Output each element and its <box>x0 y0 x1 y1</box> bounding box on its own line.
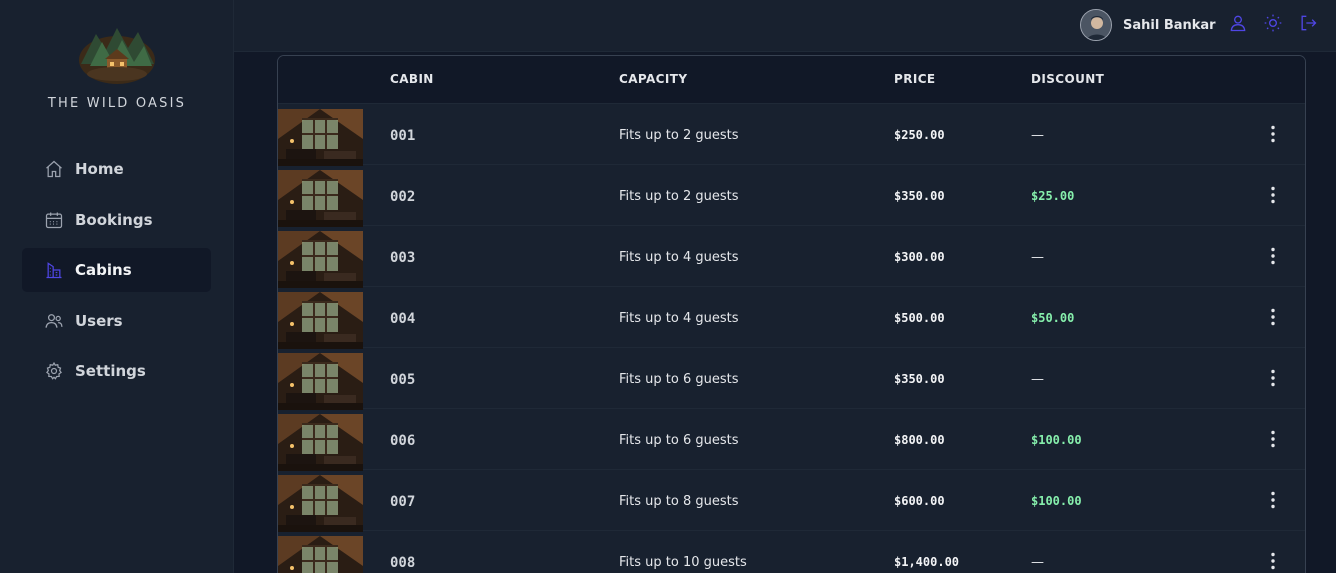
sidebar-item-label: Settings <box>75 362 146 380</box>
table-row[interactable]: 006 Fits up to 6 guests $800.00 $100.00 <box>278 409 1305 471</box>
gear-icon <box>46 361 62 380</box>
more-vertical-icon[interactable] <box>1261 549 1285 573</box>
username: Sahil Bankar <box>1123 17 1216 33</box>
column-header-discount[interactable]: DISCOUNT <box>1031 72 1104 86</box>
table-row[interactable]: 003 Fits up to 4 guests $300.00 — <box>278 226 1305 288</box>
cabins-table: CABIN CAPACITY PRICE DISCOUNT 001 Fits u… <box>277 55 1306 573</box>
more-vertical-icon[interactable] <box>1261 244 1285 268</box>
cabin-name: 007 <box>390 494 416 510</box>
cabin-capacity: Fits up to 2 guests <box>619 189 739 204</box>
sidebar-item-label: Cabins <box>75 261 132 279</box>
sidebar-item-home[interactable]: Home <box>22 147 211 191</box>
main-nav: Home Bookings Cabins Users Settings <box>22 147 211 400</box>
cabin-image <box>278 475 363 532</box>
table-row[interactable]: 004 Fits up to 4 guests $500.00 $50.00 <box>278 287 1305 349</box>
cabin-price: $300.00 <box>894 250 945 264</box>
cabin-price: $250.00 <box>894 128 945 142</box>
column-header-price[interactable]: PRICE <box>894 72 936 86</box>
cabin-image <box>278 414 363 471</box>
avatar-image <box>1081 10 1111 40</box>
logo[interactable] <box>76 22 158 86</box>
cabin-capacity: Fits up to 4 guests <box>619 311 739 326</box>
cabin-image <box>278 536 363 573</box>
avatar[interactable] <box>1080 9 1112 41</box>
cabin-price: $350.00 <box>894 372 945 386</box>
cabin-image <box>278 292 363 349</box>
more-vertical-icon[interactable] <box>1261 122 1285 146</box>
cabin-name: 004 <box>390 311 416 327</box>
user-info: Sahil Bankar <box>1080 9 1216 41</box>
cabin-name: 005 <box>390 372 416 388</box>
cabin-discount: $100.00 <box>1031 433 1082 447</box>
cabin-capacity: Fits up to 10 guests <box>619 555 747 570</box>
cabin-price: $600.00 <box>894 494 945 508</box>
cabin-capacity: Fits up to 6 guests <box>619 433 739 448</box>
cabin-price: $1,400.00 <box>894 555 960 569</box>
brand-name: THE WILD OASIS <box>47 96 187 111</box>
cabin-discount: — <box>1031 128 1044 143</box>
more-vertical-icon[interactable] <box>1261 488 1285 512</box>
more-vertical-icon[interactable] <box>1261 366 1285 390</box>
table-header: CABIN CAPACITY PRICE DISCOUNT <box>278 56 1305 104</box>
cabin-price: $500.00 <box>894 311 945 325</box>
sidebar: THE WILD OASIS Home Bookings Cabins User… <box>0 0 234 573</box>
cabin-name: 003 <box>390 250 416 266</box>
cabin-discount: — <box>1031 555 1044 570</box>
sun-icon[interactable] <box>1263 13 1283 33</box>
sidebar-item-label: Home <box>75 160 124 178</box>
cabin-capacity: Fits up to 4 guests <box>619 250 739 265</box>
cabin-capacity: Fits up to 6 guests <box>619 372 739 387</box>
cabin-price: $350.00 <box>894 189 945 203</box>
top-header: Sahil Bankar <box>234 0 1336 52</box>
table-row[interactable]: 002 Fits up to 2 guests $350.00 $25.00 <box>278 165 1305 227</box>
table-row[interactable]: 005 Fits up to 6 guests $350.00 — <box>278 348 1305 410</box>
more-vertical-icon[interactable] <box>1261 183 1285 207</box>
table-body: 001 Fits up to 2 guests $250.00 — 002 Fi… <box>278 104 1305 573</box>
home-icon <box>46 160 62 178</box>
cabin-discount: — <box>1031 372 1044 387</box>
cabin-discount: $25.00 <box>1031 189 1075 203</box>
column-header-cabin[interactable]: CABIN <box>390 72 434 86</box>
sidebar-item-cabins[interactable]: Cabins <box>22 248 211 292</box>
cabin-image <box>278 170 363 227</box>
cabin-image <box>278 109 363 166</box>
users-icon <box>45 313 63 328</box>
more-vertical-icon[interactable] <box>1261 427 1285 451</box>
sidebar-item-label: Bookings <box>75 210 153 229</box>
cabin-name: 006 <box>390 433 416 449</box>
sidebar-item-settings[interactable]: Settings <box>22 349 211 393</box>
table-row[interactable]: 008 Fits up to 10 guests $1,400.00 — <box>278 531 1305 573</box>
column-header-capacity[interactable]: CAPACITY <box>619 72 687 86</box>
cabin-discount: $50.00 <box>1031 311 1075 325</box>
table-row[interactable]: 007 Fits up to 8 guests $600.00 $100.00 <box>278 470 1305 532</box>
more-vertical-icon[interactable] <box>1261 305 1285 329</box>
account-icon[interactable] <box>1228 13 1248 33</box>
cabin-price: $800.00 <box>894 433 945 447</box>
cabin-name: 002 <box>390 189 416 205</box>
calendar-icon <box>45 212 63 228</box>
table-row[interactable]: 001 Fits up to 2 guests $250.00 — <box>278 104 1305 166</box>
cabin-image <box>278 231 363 288</box>
cabin-name: 001 <box>390 128 416 144</box>
cabin-discount: $100.00 <box>1031 494 1082 508</box>
sidebar-item-users[interactable]: Users <box>22 299 211 343</box>
cabin-image <box>278 353 363 410</box>
cabin-discount: — <box>1031 250 1044 265</box>
sidebar-item-label: Users <box>75 311 123 330</box>
cabin-capacity: Fits up to 8 guests <box>619 494 739 509</box>
cabin-name: 008 <box>390 555 416 571</box>
logo-block: THE WILD OASIS <box>0 22 234 111</box>
cabin-capacity: Fits up to 2 guests <box>619 128 739 143</box>
sidebar-item-bookings[interactable]: Bookings <box>22 198 211 242</box>
logout-icon[interactable] <box>1298 13 1318 33</box>
building-icon <box>46 262 62 279</box>
